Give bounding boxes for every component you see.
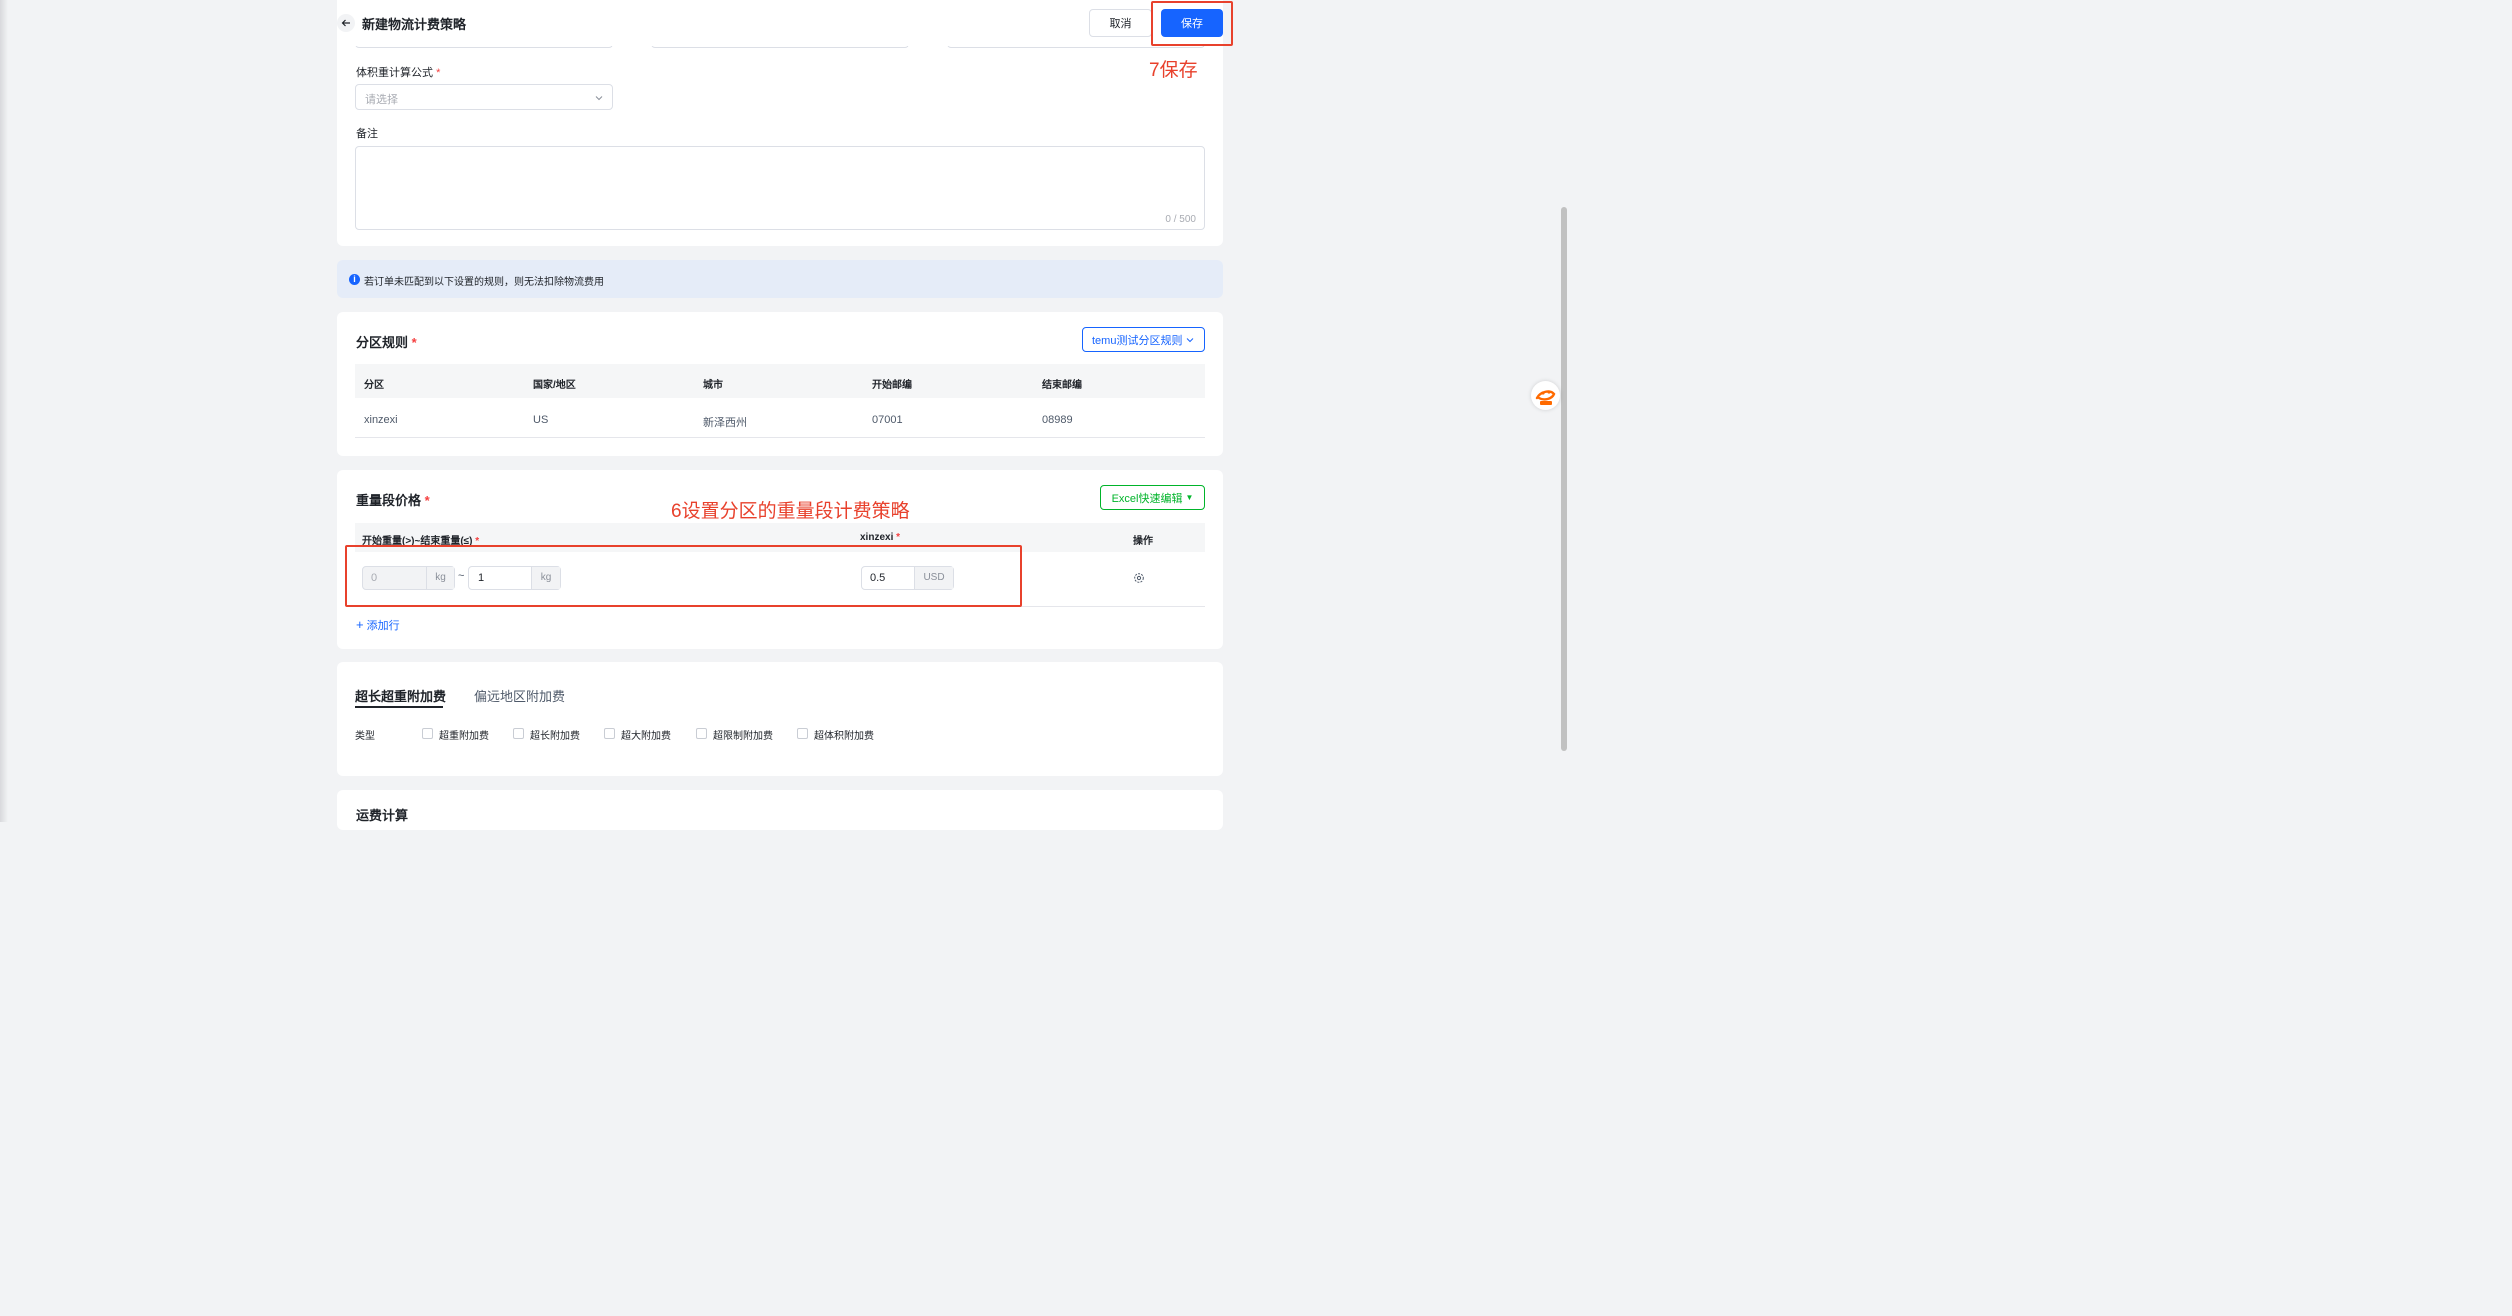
remark-textarea[interactable]: 0 / 500 [355, 146, 1205, 230]
checkbox-overlength[interactable] [513, 728, 524, 739]
col-start-zip: 开始邮编 [872, 380, 912, 391]
col-end-zip: 结束邮编 [1042, 380, 1082, 391]
table-cell: xinzexi [364, 414, 398, 426]
freight-card [337, 790, 1223, 830]
plus-icon: + [356, 617, 364, 632]
zone-rule-select[interactable]: temu测试分区规则 [1082, 327, 1205, 352]
notice-text: 若订单未匹配到以下设置的规则，则无法扣除物流费用 [364, 277, 604, 288]
remark-label: 备注 [356, 128, 378, 140]
tab-remote[interactable]: 偏远地区附加费 [474, 686, 565, 705]
caret-down-icon: ▼ [1185, 493, 1194, 502]
table-cell: 07001 [872, 414, 903, 426]
checkbox-overvolume[interactable] [797, 728, 808, 739]
col-country: 国家/地区 [533, 380, 576, 391]
tab-active-underline [355, 706, 443, 708]
col-city: 城市 [703, 380, 723, 391]
checkbox-overlimit[interactable] [696, 728, 707, 739]
tab-overweight[interactable]: 超长超重附加费 [355, 686, 446, 705]
settings-icon[interactable] [1133, 572, 1145, 584]
arrow-left-icon [341, 19, 350, 27]
formula-select[interactable]: 请选择 [355, 84, 613, 110]
surcharge-card [337, 662, 1223, 776]
checkbox-label: 超重附加费 [439, 731, 489, 742]
col-zone: 分区 [364, 380, 384, 391]
add-row-link[interactable]: + 添加行 [356, 617, 400, 633]
save-step-annotation: 7保存 [1149, 60, 1198, 81]
remark-counter: 0 / 500 [1165, 214, 1196, 225]
checkbox-label: 超体积附加费 [814, 731, 874, 742]
scrollbar-thumb[interactable] [1561, 207, 1567, 751]
col-action: 操作 [1133, 536, 1153, 547]
formula-label: 体积重计算公式 * [356, 67, 441, 79]
weight-step-annotation: 6设置分区的重量段计费策略 [671, 501, 910, 522]
freight-title: 运费计算 [356, 808, 409, 823]
checkbox-label: 超大附加费 [621, 731, 671, 742]
cancel-button[interactable]: 取消 [1089, 9, 1152, 37]
checkbox-oversize[interactable] [604, 728, 615, 739]
row-divider [355, 437, 1205, 438]
col-zone-price: xinzexi * [860, 532, 901, 543]
chevron-down-icon [1186, 338, 1194, 343]
save-highlight-box [1151, 1, 1233, 46]
zone-rules-title: 分区规则 * [356, 335, 417, 350]
page-title: 新建物流计费策略 [362, 17, 467, 32]
weight-price-title: 重量段价格 * [356, 493, 430, 508]
type-label: 类型 [355, 731, 375, 742]
checkbox-label: 超限制附加费 [713, 731, 773, 742]
table-cell: 新泽西州 [703, 417, 747, 429]
page-left-edge [0, 0, 8, 822]
chevron-down-icon [595, 96, 603, 101]
checkbox-overweight[interactable] [422, 728, 433, 739]
table-cell: US [533, 414, 549, 426]
weight-row-highlight-box [345, 545, 1022, 607]
info-icon: i [349, 274, 360, 285]
table-cell: 08989 [1042, 414, 1073, 426]
excel-edit-button[interactable]: Excel快速编辑 ▼ [1100, 485, 1205, 510]
back-button[interactable] [337, 14, 355, 32]
1688-logo-icon[interactable] [1531, 381, 1560, 410]
checkbox-label: 超长附加费 [530, 731, 580, 742]
